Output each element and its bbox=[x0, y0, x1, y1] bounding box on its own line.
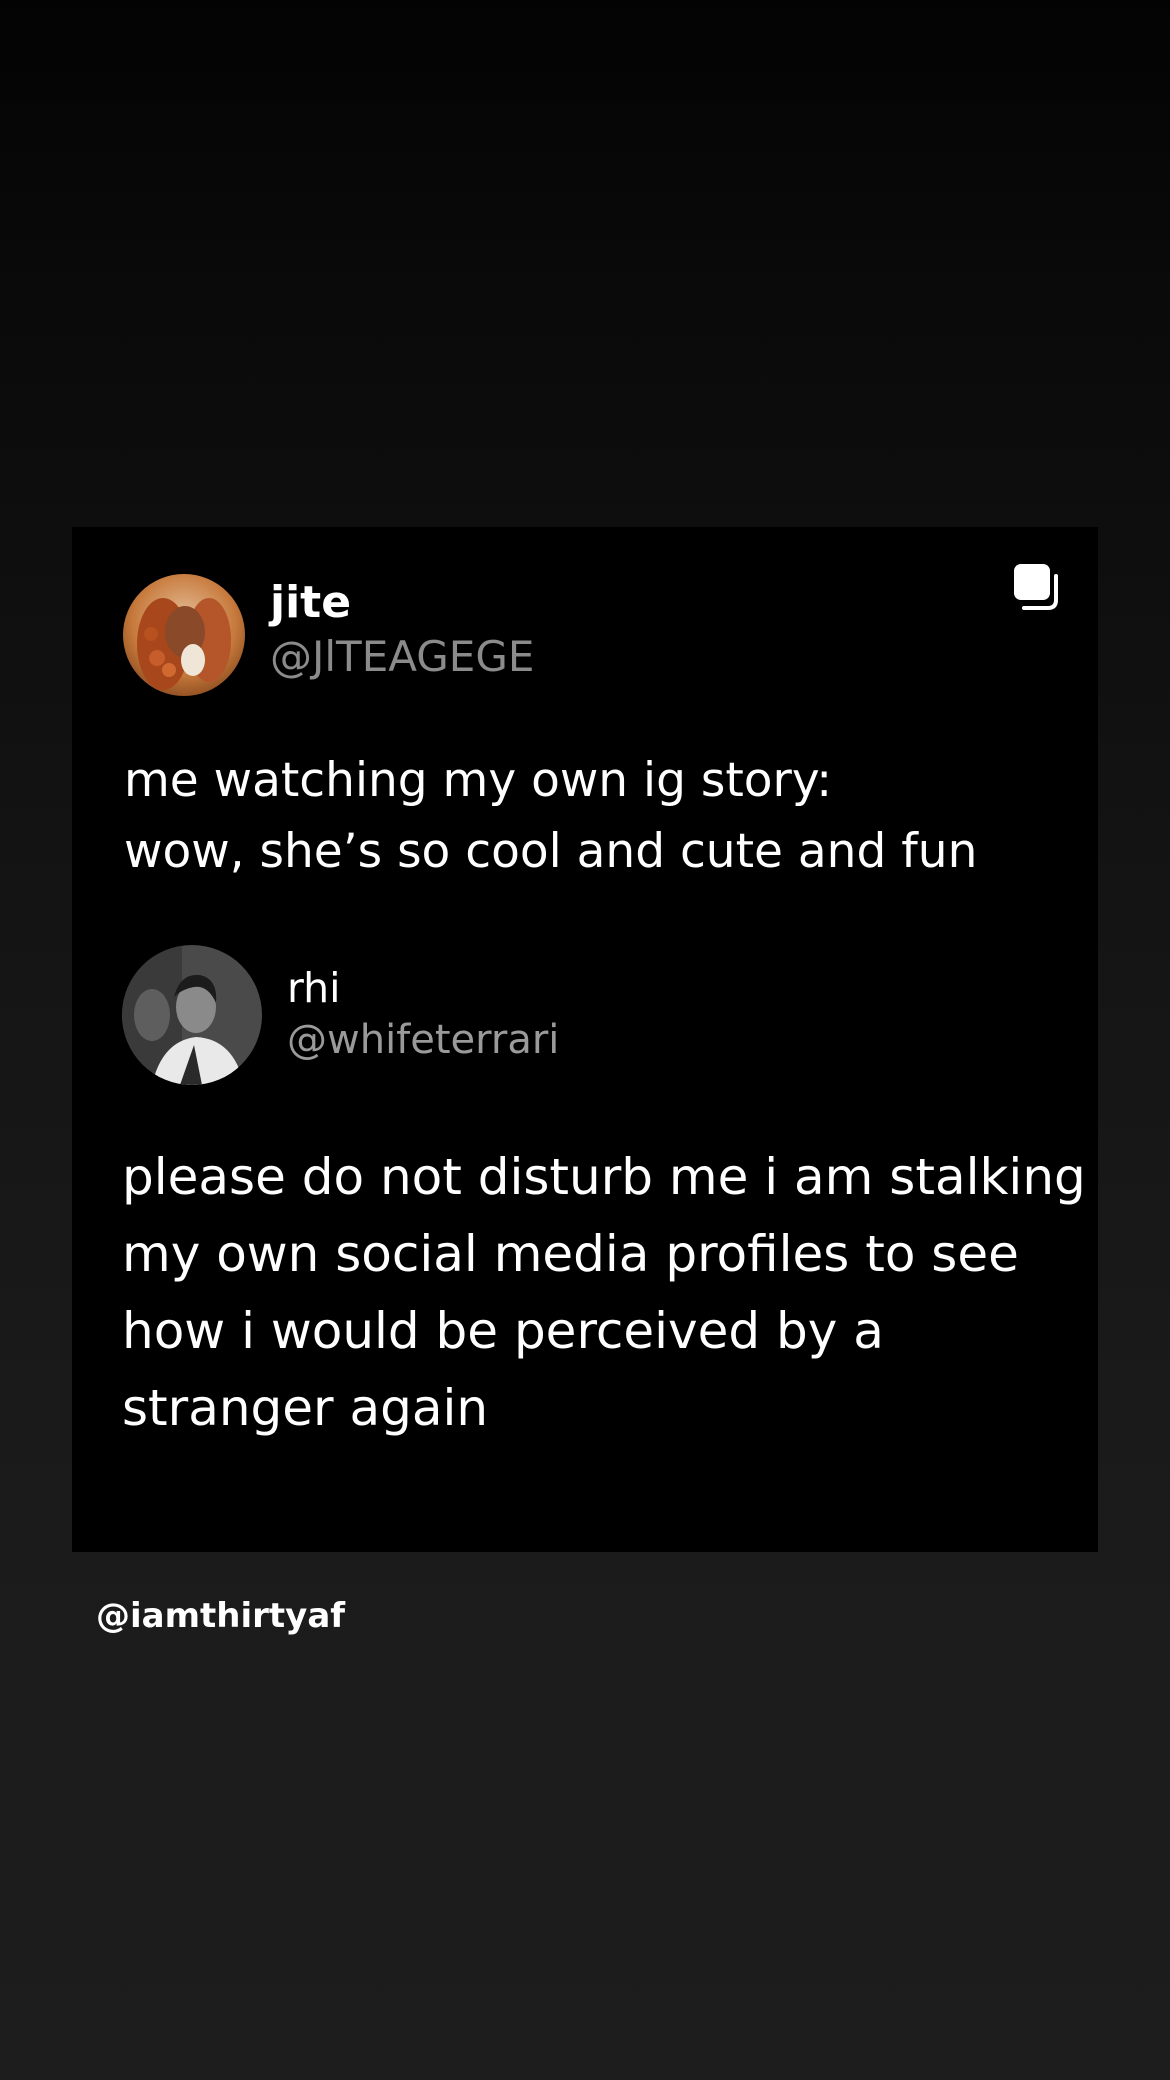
tweet-text-line: my own social media profiles to see bbox=[122, 1225, 1019, 1283]
tweet-text-line: wow, she’s so cool and cute and fun bbox=[124, 824, 978, 879]
tweet-text-line: stranger again bbox=[122, 1379, 489, 1437]
tweet-text-line: me watching my own ig story: bbox=[124, 753, 833, 808]
tweet-text-line: how i would be perceived by a bbox=[122, 1302, 884, 1360]
display-name[interactable]: rhi bbox=[287, 964, 341, 1013]
user-handle[interactable]: @JlTEAGEGE bbox=[270, 632, 534, 682]
avatar[interactable] bbox=[122, 945, 262, 1085]
display-name[interactable]: jite bbox=[270, 577, 351, 630]
tweet-text: please do not disturb me i am stalking m… bbox=[122, 1139, 1086, 1447]
avatar[interactable] bbox=[123, 574, 245, 696]
user-handle[interactable]: @whifeterrari bbox=[287, 1016, 559, 1064]
tweet-text-line: please do not disturb me i am stalking bbox=[122, 1148, 1086, 1206]
multiple-posts-icon[interactable] bbox=[1010, 560, 1062, 612]
tweet-text: me watching my own ig story: wow, she’s … bbox=[124, 745, 1064, 887]
post-card: jite @JlTEAGEGE me watching my own ig st… bbox=[72, 527, 1098, 1552]
watermark-handle: @iamthirtyaf bbox=[96, 1596, 346, 1636]
